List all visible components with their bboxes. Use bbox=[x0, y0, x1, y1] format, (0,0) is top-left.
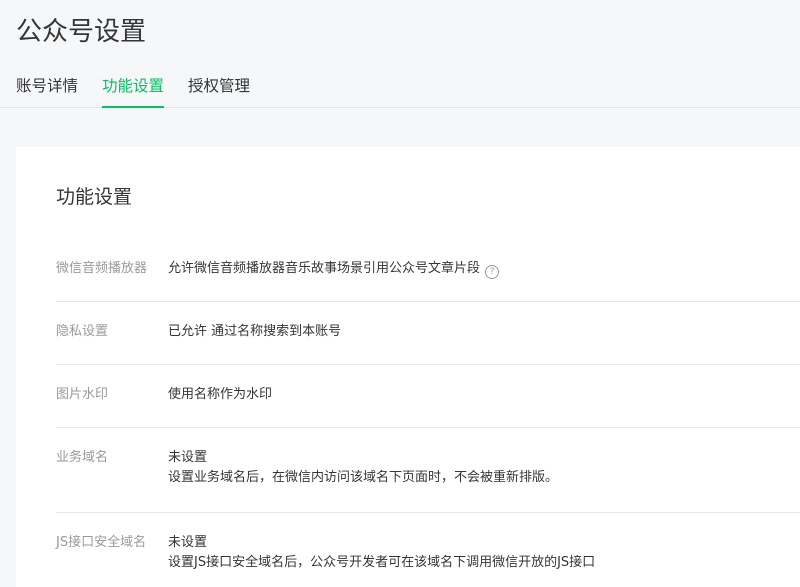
setting-value: 使用名称作为水印 bbox=[168, 387, 273, 402]
setting-label: 业务域名 bbox=[56, 450, 109, 465]
setting-value-description: 设置JS接口安全域名后，公众号开发者可在该域名下调用微信开放的JS接口 bbox=[168, 555, 596, 570]
setting-value: 未设置 设置JS接口安全域名后，公众号开发者可在该域名下调用微信开放的JS接口 bbox=[168, 533, 595, 573]
setting-value-text: 允许微信音频播放器音乐故事场景引用公众号文章片段 bbox=[168, 261, 481, 276]
setting-label: JS接口安全域名 bbox=[56, 535, 147, 550]
setting-value-status: 未设置 bbox=[168, 450, 208, 465]
help-icon[interactable]: ? bbox=[485, 265, 500, 279]
tab-authorization-management[interactable]: 授权管理 bbox=[188, 72, 250, 105]
tab-feature-settings[interactable]: 功能设置 bbox=[102, 72, 165, 108]
tab-account-details[interactable]: 账号详情 bbox=[16, 72, 78, 105]
settings-card: 功能设置 微信音频播放器 允许微信音频播放器音乐故事场景引用公众号文章片段? 隐… bbox=[16, 147, 800, 587]
page-title: 公众号设置 bbox=[16, 17, 147, 47]
setting-row-privacy: 隐私设置 已允许 通过名称搜索到本账号 bbox=[56, 302, 800, 365]
tab-bar: 账号详情 功能设置 授权管理 bbox=[0, 72, 800, 108]
setting-value-description: 设置业务域名后，在微信内访问该域名下页面时，不会被重新排版。 bbox=[168, 470, 559, 485]
setting-value: 未设置 设置业务域名后，在微信内访问该域名下页面时，不会被重新排版。 bbox=[168, 448, 558, 488]
setting-row-audio-player: 微信音频播放器 允许微信音频播放器音乐故事场景引用公众号文章片段? bbox=[56, 229, 800, 302]
setting-row-business-domain: 业务域名 未设置 设置业务域名后，在微信内访问该域名下页面时，不会被重新排版。 bbox=[56, 428, 800, 513]
setting-label: 图片水印 bbox=[56, 387, 109, 402]
card-title: 功能设置 bbox=[56, 186, 133, 208]
setting-row-js-domain: JS接口安全域名 未设置 设置JS接口安全域名后，公众号开发者可在该域名下调用微… bbox=[56, 513, 800, 587]
setting-row-watermark: 图片水印 使用名称作为水印 bbox=[56, 365, 800, 428]
setting-label: 隐私设置 bbox=[56, 324, 109, 339]
setting-label: 微信音频播放器 bbox=[56, 261, 148, 276]
setting-value: 已允许 通过名称搜索到本账号 bbox=[168, 324, 342, 339]
setting-value-status: 未设置 bbox=[168, 535, 208, 550]
setting-value: 允许微信音频播放器音乐故事场景引用公众号文章片段? bbox=[168, 259, 500, 279]
